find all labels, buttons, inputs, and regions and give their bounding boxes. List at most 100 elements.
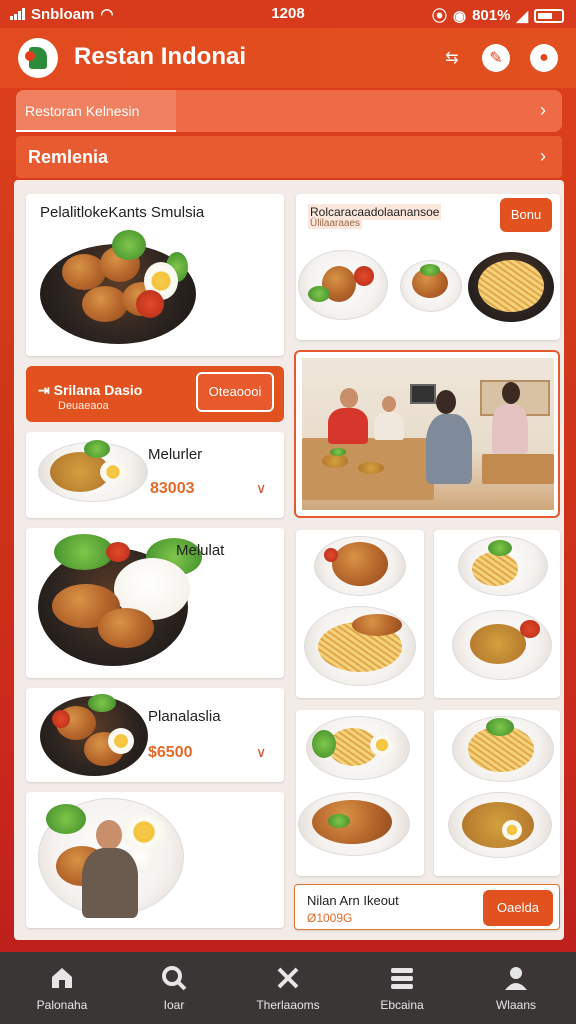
table-dish (322, 454, 348, 468)
chevron-right-icon[interactable]: › (540, 100, 546, 121)
menu-item-card[interactable]: Planalaslia $6500 ∨ (26, 688, 284, 782)
breadcrumb-tab[interactable]: Restoran Kelnesin (16, 90, 176, 132)
status-bar: Snbloam ◠ 1208 ⦿ ◉ 801% ◢ (0, 0, 576, 28)
chicken-piece (332, 542, 388, 586)
stir-fry (312, 800, 392, 844)
restaurant-photo[interactable] (294, 350, 560, 518)
fried-rice (462, 802, 534, 848)
tv-screen (410, 384, 436, 404)
noodle-pile (478, 260, 544, 312)
egg-slice (370, 734, 394, 756)
cell-icon: ◢ (516, 7, 528, 25)
profile-icon[interactable]: ● (530, 44, 558, 72)
egg-slice (502, 820, 522, 840)
person-head (436, 390, 456, 414)
item-price: $6500 (148, 744, 193, 761)
nav-label: Wlaans (495, 998, 536, 1012)
nav-label: Palonaha (36, 998, 88, 1012)
greens-garnish (112, 230, 146, 260)
status-right: ⦿ ◉ 801% ◢ (432, 5, 564, 26)
app-title: Restan Indonai (74, 43, 247, 70)
chicken-piece (352, 614, 402, 636)
promo-icon: ⇥ (38, 382, 50, 398)
person-head (382, 396, 396, 412)
menu-item-card[interactable]: Melurler 83003 ∨ (26, 432, 284, 518)
footer-card[interactable]: Nilan Arn Ikeout Ø1009G Oaelda (294, 884, 560, 930)
battery-percent: 801% (472, 7, 511, 24)
app-header: Restan Indonai ⇆ ✎ ● (0, 28, 576, 88)
greens-garnish (308, 286, 330, 302)
person-body (374, 412, 404, 440)
location-icon: ◉ (452, 7, 467, 25)
section-header[interactable]: Remlenia › (16, 136, 562, 178)
egg-slice (108, 728, 134, 754)
chicken-piece (98, 608, 154, 648)
person-head (340, 388, 358, 408)
greens-garnish (328, 814, 350, 828)
featured-title: PelalitlokeKants Smulsia (40, 204, 205, 221)
nav-label: Ioar (163, 998, 185, 1012)
breadcrumb[interactable]: Restoran Kelnesin › (16, 90, 562, 132)
dish-tile[interactable] (434, 530, 560, 698)
chicken-piece (62, 254, 106, 290)
sauce-bowl (52, 710, 70, 728)
greens-garnish (486, 718, 514, 736)
nav-item-menu[interactable]: Therlaaoms (238, 960, 338, 1012)
item-title: Planalaslia (148, 708, 221, 725)
footer-button[interactable]: Oaelda (483, 890, 553, 926)
table-dish (330, 448, 346, 456)
chicken-piece (82, 286, 128, 322)
fried-rice (470, 624, 526, 664)
promo-label: ⇥ Srilana Dasio (38, 382, 142, 399)
greens-garnish (488, 540, 512, 556)
section-title: Remlenia (28, 147, 109, 167)
sauce-bowl (520, 620, 540, 638)
search-icon (160, 964, 188, 992)
footer-title: Nilan Arn Ikeout (307, 893, 399, 908)
alarm-icon: ⦿ (431, 8, 447, 25)
promo-sub: Deuaeaoa (58, 400, 109, 412)
chevron-right-icon[interactable]: › (540, 146, 546, 167)
dish-tile[interactable] (296, 710, 424, 876)
noodle-pile (472, 552, 518, 586)
table-dish (358, 462, 384, 474)
dining-table (482, 454, 554, 484)
nav-item-home[interactable]: Palonaha (12, 960, 112, 1012)
user-icon (502, 964, 530, 992)
edit-icon[interactable]: ✎ (482, 44, 510, 72)
app-logo[interactable] (18, 38, 58, 78)
item-title: Melurler (148, 446, 203, 463)
person-body (492, 404, 528, 454)
chevron-down-icon[interactable]: ∨ (256, 744, 266, 761)
nav-item-orders[interactable]: Ebcaina (352, 960, 452, 1012)
sauce-bowl (324, 548, 338, 562)
logo-mark-icon (25, 47, 47, 69)
featured-card[interactable]: PelalitlokeKants Smulsia (26, 194, 284, 356)
platter-button[interactable]: Bonu (500, 198, 552, 232)
egg-slice (100, 460, 126, 484)
greens-garnish (46, 804, 86, 834)
item-title: Melulat (176, 542, 225, 559)
platter-card[interactable]: Rolcaracaadolaanansoe Ülilaaraaes Bonu (296, 194, 560, 340)
chevron-down-icon[interactable]: ∨ (256, 480, 266, 497)
photo-scene (302, 358, 554, 510)
item-price: 83003 (150, 480, 195, 497)
promo-bar[interactable]: ⇥ Srilana Dasio Deuaeaoa Oteaoooi (26, 366, 284, 422)
promo-label-text: Srilana Dasio (53, 382, 143, 398)
menu-item-card[interactable] (26, 792, 284, 928)
menu-item-card[interactable]: Melulat (26, 528, 284, 678)
greens-garnish (420, 264, 440, 276)
nav-label: Ebcaina (380, 998, 424, 1012)
nav-item-search[interactable]: Ioar (124, 960, 224, 1012)
person-body (426, 414, 472, 484)
dish-tile[interactable] (434, 710, 560, 876)
share-icon[interactable]: ⇆ (438, 44, 466, 72)
nav-item-profile[interactable]: Wlaans (466, 960, 566, 1012)
bottom-nav: Palonaha Ioar Therlaaoms Ebcaina Wlaans (0, 952, 576, 1024)
tomato-slice (106, 542, 130, 562)
greens-garnish (88, 694, 116, 712)
battery-icon (534, 8, 564, 23)
dish-tile[interactable] (296, 530, 424, 698)
promo-button[interactable]: Oteaoooi (196, 372, 274, 412)
greens-garnish (54, 534, 114, 570)
